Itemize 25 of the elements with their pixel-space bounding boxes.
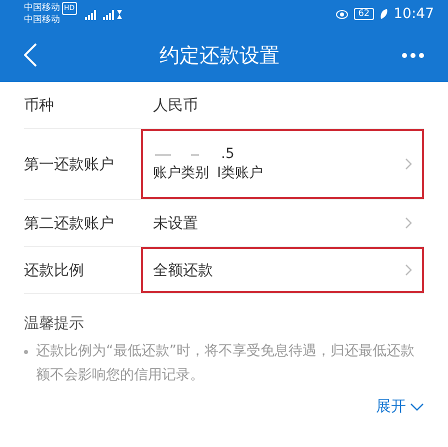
chevron-down-icon	[410, 402, 424, 410]
account-number: .5	[221, 146, 234, 162]
battery-level: 62	[354, 8, 374, 20]
carrier-name: 中国移动	[24, 15, 61, 26]
more-icon[interactable]	[402, 52, 424, 58]
field-value: 人民币	[153, 96, 199, 114]
eye-icon	[336, 10, 348, 18]
field-label: 币种	[24, 96, 55, 114]
field-value: 未设置	[153, 214, 199, 232]
page-title: 约定还款设置	[158, 42, 280, 68]
tip-text: 还款比例为“最低还款”时，将不享受免息待遇，归还最低还款额不会影响您的信用记录。	[36, 342, 416, 385]
signal-icon	[82, 8, 123, 20]
field-value: 全额还款	[153, 260, 214, 280]
leaf-icon	[380, 9, 388, 19]
field-label: 第二还款账户	[24, 214, 115, 232]
expand-button[interactable]: 展开	[376, 397, 424, 416]
tips-title: 温馨提示	[24, 314, 85, 333]
account-type-label: 账户类别	[153, 164, 209, 182]
field-label: 第一还款账户	[24, 154, 115, 174]
carrier-name: 中国移动	[24, 3, 60, 14]
field-label: 还款比例	[24, 260, 85, 280]
clock-time: 10:47	[394, 6, 434, 22]
back-icon[interactable]	[24, 43, 37, 67]
account-type-value: I类账户	[217, 164, 264, 182]
bullet-icon	[24, 350, 28, 354]
